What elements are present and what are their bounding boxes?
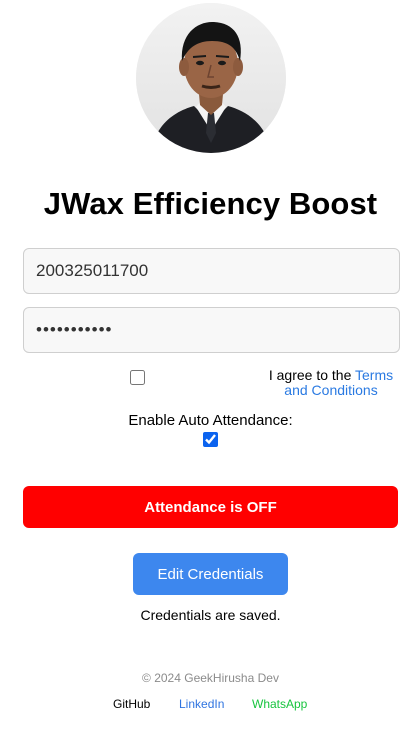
status-message: Credentials are saved.: [140, 607, 281, 623]
attendance-toggle-button[interactable]: Attendance is OFF: [23, 486, 398, 528]
page: JWax Efficiency Boost I agree to the Ter…: [0, 0, 420, 741]
linkedin-link[interactable]: LinkedIn: [179, 697, 224, 711]
terms-checkbox[interactable]: [130, 370, 145, 385]
password-field[interactable]: [23, 307, 400, 353]
whatsapp-link[interactable]: WhatsApp: [252, 697, 307, 711]
terms-label: I agree to the Terms and Conditions: [262, 368, 400, 398]
avatar: [136, 3, 286, 153]
edit-credentials-button[interactable]: Edit Credentials: [133, 553, 288, 595]
auto-attendance-label: Enable Auto Attendance:: [128, 412, 293, 429]
github-link[interactable]: GitHub: [113, 697, 150, 711]
page-title: JWax Efficiency Boost: [43, 186, 378, 221]
copyright-text: © 2024 GeekHirusha Dev: [142, 671, 279, 685]
profile-photo: [136, 3, 286, 153]
username-field[interactable]: [23, 248, 400, 294]
auto-attendance-checkbox[interactable]: [203, 432, 218, 447]
terms-prefix: I agree to the: [268, 367, 355, 383]
